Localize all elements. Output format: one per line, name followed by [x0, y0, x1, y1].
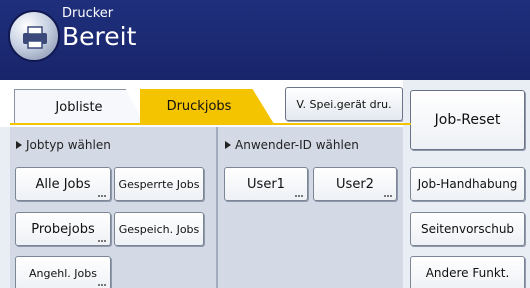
- other-functions-button[interactable]: Andere Funkt.: [410, 256, 525, 288]
- tab-druckjobs[interactable]: Druckjobs: [140, 89, 274, 124]
- user1-button[interactable]: User1: [224, 167, 308, 201]
- user1-label: User1: [247, 176, 285, 192]
- all-jobs-label: Alle Jobs: [35, 176, 91, 192]
- active-tab-underline: [10, 123, 411, 125]
- status-title: Bereit: [62, 22, 137, 51]
- all-jobs-button[interactable]: Alle Jobs: [15, 167, 111, 201]
- more-indicator-icon: [295, 195, 303, 197]
- sample-jobs-button[interactable]: Probejobs: [15, 212, 111, 246]
- tab-druckjobs-label: Druckjobs: [166, 99, 232, 114]
- stored-jobs-button[interactable]: Gespeich. Jobs: [114, 212, 204, 246]
- user-id-section: Anwender-ID wählen: [225, 138, 359, 152]
- sample-jobs-label: Probejobs: [31, 221, 95, 237]
- stored-jobs-label: Gespeich. Jobs: [118, 222, 200, 236]
- status-header: Drucker Bereit: [0, 0, 530, 80]
- triangle-right-icon: [16, 141, 22, 149]
- page-feed-button[interactable]: Seitenvorschub: [410, 212, 525, 246]
- user2-label: User2: [336, 176, 374, 192]
- more-indicator-icon: [384, 195, 392, 197]
- job-handling-button[interactable]: Job-Handhabung: [410, 167, 525, 201]
- more-indicator-icon: [98, 284, 106, 286]
- machine-type-label: Drucker: [62, 6, 114, 21]
- locked-jobs-label: Gesperrte Jobs: [118, 177, 200, 191]
- held-jobs-label: Angehl. Jobs: [29, 266, 97, 280]
- user2-button[interactable]: User2: [313, 167, 397, 201]
- job-reset-button[interactable]: Job-Reset: [410, 90, 525, 150]
- user-id-label: Anwender-ID wählen: [235, 138, 359, 152]
- job-type-label: Jobtyp wählen: [26, 138, 111, 152]
- triangle-right-icon: [225, 141, 231, 149]
- more-indicator-icon: [98, 195, 106, 197]
- tab-jobliste-label: Jobliste: [55, 99, 103, 115]
- printer-icon: [8, 10, 60, 62]
- tab-jobliste[interactable]: Jobliste: [14, 89, 144, 124]
- locked-jobs-button[interactable]: Gesperrte Jobs: [114, 167, 204, 201]
- job-type-section: Jobtyp wählen: [16, 138, 111, 152]
- job-handling-label: Job-Handhabung: [417, 177, 518, 191]
- more-indicator-icon: [98, 240, 106, 242]
- other-functions-label: Andere Funkt.: [425, 266, 510, 280]
- held-jobs-button[interactable]: Angehl. Jobs: [15, 256, 111, 288]
- print-from-storage-button[interactable]: V. Spei.gerät dru.: [285, 87, 403, 121]
- page-feed-label: Seitenvorschub: [420, 222, 515, 236]
